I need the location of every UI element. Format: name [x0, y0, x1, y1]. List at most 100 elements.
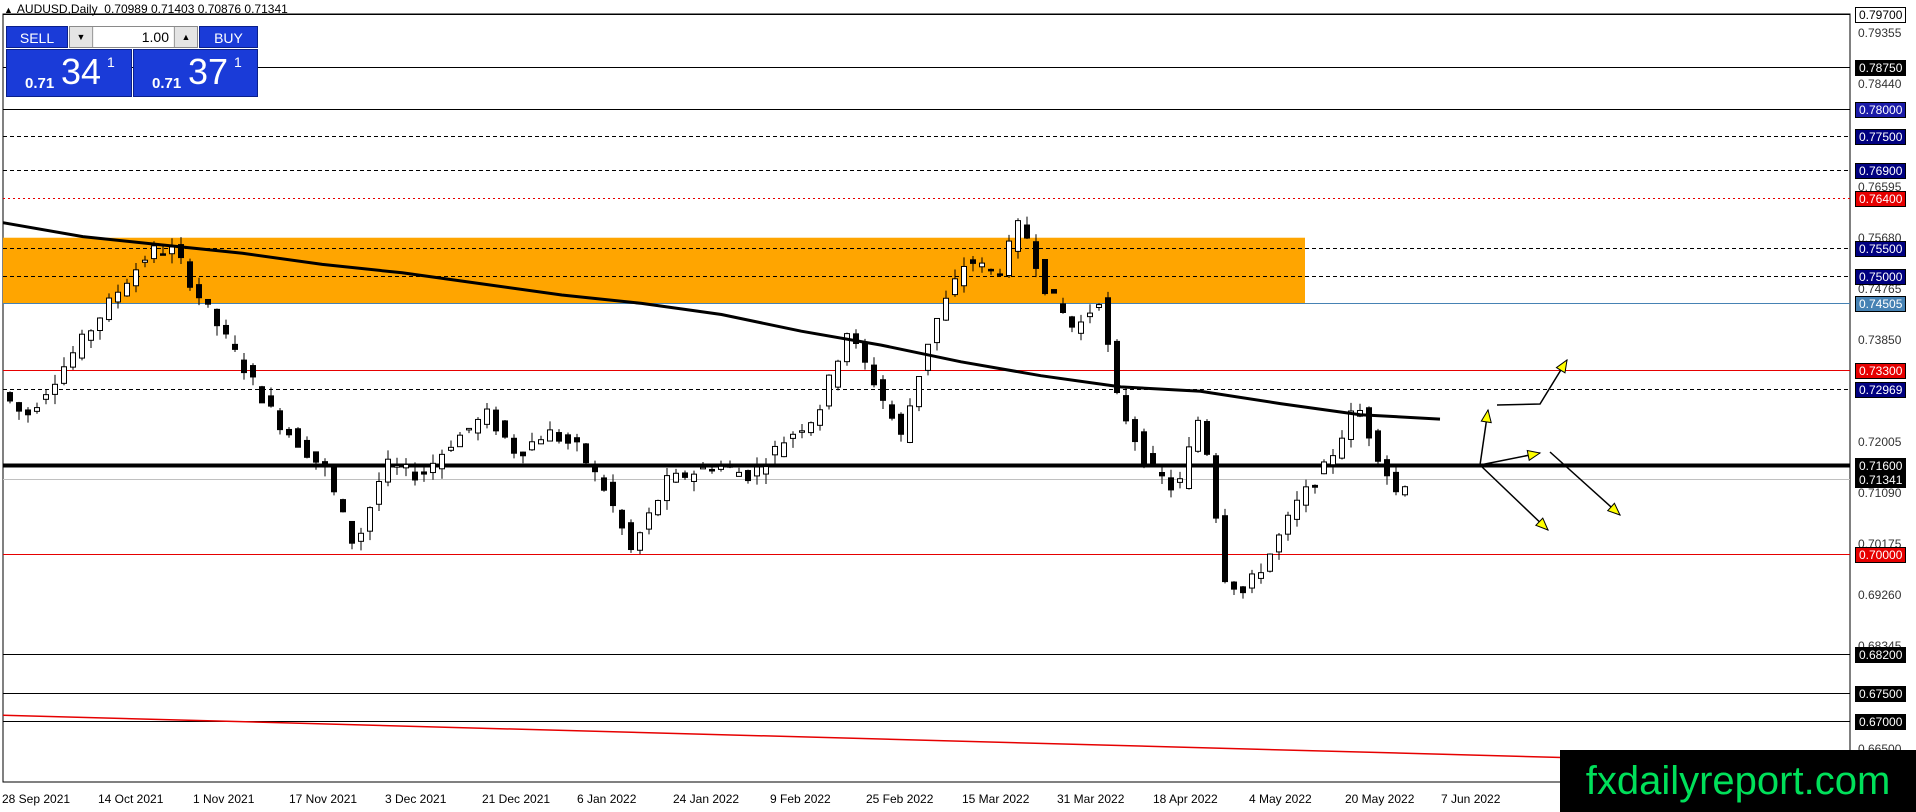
candle-body: [52, 383, 58, 395]
candle-body: [457, 434, 463, 448]
candle-body: [340, 499, 346, 513]
candle-body: [394, 465, 400, 468]
candle-body: [1402, 486, 1408, 496]
level-price-label: 0.74505: [1855, 296, 1907, 313]
candle-body: [1132, 419, 1138, 443]
candle-body: [1195, 419, 1201, 452]
candle-body: [1375, 430, 1381, 462]
candle-body: [808, 422, 814, 434]
candle-body: [1240, 586, 1246, 594]
candle-body: [565, 434, 571, 444]
date-tick-label: 20 May 2022: [1345, 792, 1415, 806]
candle-body: [727, 464, 733, 468]
candle-body: [304, 439, 310, 458]
candle-body: [448, 446, 454, 451]
lot-stepper[interactable]: ▼ 1.00 ▲: [69, 26, 198, 48]
candle-body: [979, 262, 985, 268]
candle-body: [1348, 410, 1354, 440]
buy-price-fraction: 1: [234, 54, 242, 70]
candle-body: [493, 409, 499, 432]
price-chart[interactable]: [0, 0, 1916, 812]
candle-body: [502, 420, 508, 438]
candle-body: [142, 259, 148, 263]
ohlc-values: 0.70989 0.71403 0.70876 0.71341: [104, 2, 288, 16]
candle-body: [1330, 455, 1336, 466]
candle-body: [70, 352, 76, 368]
candle-body: [655, 499, 661, 516]
level-price-label: 0.71341: [1855, 472, 1907, 489]
lot-size-input[interactable]: 1.00: [94, 27, 173, 47]
candle-body: [97, 317, 103, 331]
candle-body: [709, 468, 715, 472]
sell-button[interactable]: SELL: [6, 26, 68, 48]
candle-body: [628, 522, 634, 551]
candle-body: [943, 297, 949, 321]
date-tick-label: 21 Dec 2021: [482, 792, 551, 806]
chevron-down-icon[interactable]: ▼: [70, 27, 93, 47]
candle-body: [889, 404, 895, 419]
candle-body: [277, 410, 283, 431]
candle-body: [358, 532, 364, 542]
candle-body: [1006, 240, 1012, 277]
candle-body: [790, 433, 796, 439]
date-tick-label: 3 Dec 2021: [385, 792, 447, 806]
candle-body: [196, 284, 202, 299]
candle-body: [295, 428, 301, 448]
candle-body: [619, 509, 625, 529]
candle-body: [1078, 321, 1084, 334]
buy-button[interactable]: BUY: [199, 26, 258, 48]
candle-body: [1303, 486, 1309, 506]
chevron-up-icon[interactable]: ▲: [174, 27, 197, 47]
level-price-label: 0.77500: [1855, 129, 1907, 146]
projection-arrow-head: [1480, 408, 1492, 424]
date-tick-label: 31 Mar 2022: [1057, 792, 1125, 806]
level-price-label: 0.79700: [1855, 7, 1907, 23]
candle-body: [880, 379, 886, 401]
candle-body: [601, 477, 607, 491]
date-tick-label: 15 Mar 2022: [962, 792, 1030, 806]
candle-body: [160, 253, 166, 256]
candle-body: [1150, 453, 1156, 465]
chart-area[interactable]: ▲ AUDUSD,Daily 0.70989 0.71403 0.70876 0.…: [0, 0, 1916, 812]
candle-body: [1321, 461, 1327, 475]
candle-body: [412, 471, 418, 481]
candle-body: [961, 265, 967, 287]
candle-body: [691, 473, 697, 482]
level-price-label: 0.67000: [1855, 713, 1907, 730]
candle-body: [1096, 304, 1102, 309]
candle-body: [25, 409, 31, 416]
sell-price-prefix: 0.71: [25, 75, 55, 92]
projection-arrow-line: [1549, 451, 1621, 516]
buy-price-button[interactable]: 0.71 37 1: [133, 49, 258, 97]
candle-body: [988, 268, 994, 272]
candle-body: [520, 451, 526, 457]
candle-body: [1015, 220, 1021, 252]
candle-body: [187, 261, 193, 288]
projection-arrow-head: [1526, 449, 1542, 462]
candle-body: [970, 259, 976, 264]
candle-body: [736, 471, 742, 477]
candle-body: [826, 374, 832, 407]
candle-body: [1204, 421, 1210, 455]
candle-body: [430, 462, 436, 474]
candle-body: [34, 407, 40, 412]
candle-body: [817, 409, 823, 426]
candle-body: [1249, 573, 1255, 589]
candle-body: [763, 466, 769, 475]
candle-body: [16, 402, 22, 412]
candle-body: [1384, 459, 1390, 477]
sell-price-button[interactable]: 0.71 34 1: [6, 49, 132, 97]
candle-body: [385, 458, 391, 483]
candle-body: [745, 470, 751, 482]
buy-price-main: 37: [188, 51, 229, 92]
collapse-triangle-icon[interactable]: ▲: [4, 5, 13, 15]
candle-body: [1231, 581, 1237, 590]
date-tick-label: 9 Feb 2022: [770, 792, 831, 806]
candle-body: [1123, 395, 1129, 422]
candle-body: [169, 246, 175, 255]
level-price-label: 0.73300: [1855, 363, 1907, 380]
candle-body: [1024, 224, 1030, 239]
candle-body: [1087, 312, 1093, 318]
candle-body: [1033, 241, 1039, 269]
price-tick-label: 0.79355: [1858, 26, 1902, 41]
